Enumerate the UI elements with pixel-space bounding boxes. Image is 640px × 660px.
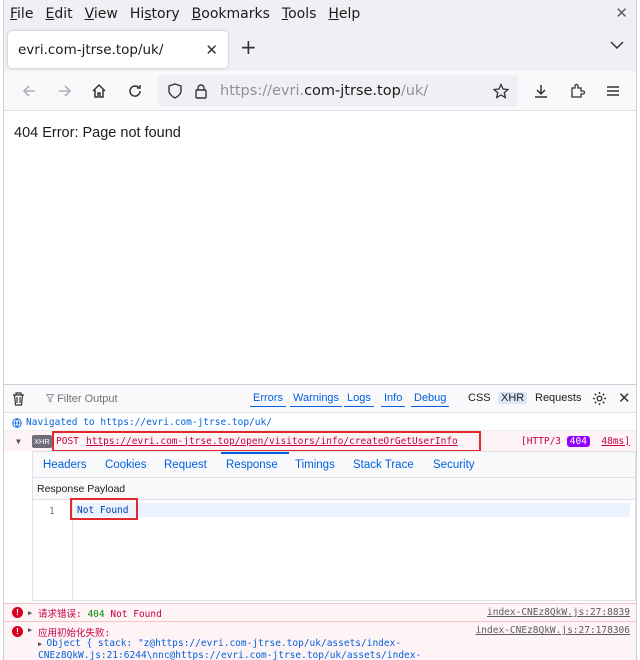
shield-icon[interactable]: [166, 82, 184, 100]
filter-input[interactable]: Filter Output: [45, 393, 118, 405]
error-message: 应用初始化失败:: [38, 628, 111, 639]
menu-help[interactable]: Help: [322, 6, 366, 22]
error-source-link[interactable]: index-CNEz8QkW.js:27:8839: [487, 607, 630, 618]
active-tab-indicator: [221, 452, 289, 454]
tab-cookies[interactable]: Cookies: [105, 459, 147, 471]
error-icon: !: [12, 607, 23, 618]
globe-icon: [12, 417, 22, 428]
downloads-icon[interactable]: [532, 82, 550, 100]
toggle-css[interactable]: CSS: [468, 392, 491, 404]
devtools-panel: Filter Output Errors Warnings Logs Info …: [4, 384, 636, 660]
reload-icon[interactable]: [126, 82, 144, 100]
menu-file[interactable]: File: [4, 6, 39, 22]
navigated-message: Navigated to https://evri.com-jtrse.top/…: [4, 415, 636, 431]
request-meta: [HTTP/3 404 48ms]: [520, 435, 630, 447]
network-detail-panel: Headers Cookies Request Response Timings…: [32, 451, 636, 601]
menu-history[interactable]: History: [124, 6, 186, 22]
trash-icon[interactable]: [12, 392, 25, 409]
menu-view[interactable]: View: [79, 6, 124, 22]
error-source-link[interactable]: index-CNEz8QkW.js:27:178306: [476, 625, 630, 636]
filter-logs[interactable]: Logs: [344, 391, 374, 407]
toggle-xhr[interactable]: XHR: [498, 392, 528, 404]
tab-timings[interactable]: Timings: [295, 459, 335, 471]
menu-edit[interactable]: Edit: [39, 6, 78, 22]
hamburger-menu-icon[interactable]: [604, 82, 622, 100]
response-payload-header[interactable]: Response Payload: [33, 478, 635, 500]
expand-triangle-icon[interactable]: ▼: [16, 437, 21, 446]
tab-stack-trace[interactable]: Stack Trace: [353, 459, 414, 471]
devtools-close-icon[interactable]: ✕: [618, 389, 631, 407]
url-bar[interactable]: https://evri.com-jtrse.top/uk/: [158, 75, 518, 107]
tab-title: evri.com-jtrse.top/uk/: [18, 41, 164, 58]
filter-warnings[interactable]: Warnings: [290, 391, 343, 407]
filter-info[interactable]: Info: [381, 391, 406, 407]
navigation-bar: https://evri.com-jtrse.top/uk/: [4, 71, 636, 111]
new-tab-icon[interactable]: +: [240, 37, 257, 57]
filter-debug[interactable]: Debug: [411, 391, 450, 407]
console-error-row: ! ▶ 应用初始化失败: index-CNEz8QkW.js:27:178306…: [4, 621, 636, 660]
home-icon[interactable]: [90, 82, 108, 100]
window-close-icon[interactable]: ✕: [615, 4, 628, 22]
lock-icon[interactable]: [192, 82, 210, 100]
highlight-box-request: [52, 431, 481, 452]
filter-errors[interactable]: Errors: [250, 391, 286, 407]
error-object-line[interactable]: ▶ Object { stack: "z@https://evri.com-jt…: [38, 638, 401, 649]
active-line-highlight: [74, 503, 630, 517]
page-content: 404 Error: Page not found: [4, 112, 636, 384]
menu-bookmarks[interactable]: Bookmarks: [186, 6, 276, 22]
menu-tools[interactable]: Tools: [276, 6, 323, 22]
toggle-requests[interactable]: Requests: [535, 392, 581, 404]
expand-triangle-icon[interactable]: ▶: [28, 609, 32, 617]
url-text[interactable]: https://evri.com-jtrse.top/uk/: [220, 83, 428, 99]
menu-bar: File Edit View History Bookmarks Tools H…: [4, 0, 636, 27]
tab-strip: evri.com-jtrse.top/uk/ ✕ +: [4, 27, 636, 71]
tab-headers[interactable]: Headers: [43, 459, 86, 471]
error-message: 请求错误: 404 Not Found: [38, 608, 162, 620]
error-object-line-continued: CNEz8QkW.js:21:6244\nnc@https://evri.com…: [38, 650, 422, 660]
network-tabs: Headers Cookies Request Response Timings…: [33, 452, 635, 478]
line-gutter: 1: [33, 500, 73, 600]
console-error-row: ! ▶ 请求错误: 404 Not Found index-CNEz8QkW.j…: [4, 603, 636, 621]
line-number: 1: [49, 506, 55, 517]
console-toolbar: Filter Output Errors Warnings Logs Info …: [4, 385, 636, 413]
list-all-tabs-icon[interactable]: [610, 39, 624, 54]
status-badge: 404: [566, 435, 590, 447]
highlight-box-response: [70, 498, 138, 520]
bookmark-star-icon[interactable]: [492, 82, 510, 100]
extensions-icon[interactable]: [568, 82, 586, 100]
tab-response[interactable]: Response: [226, 459, 278, 471]
back-icon[interactable]: [20, 82, 38, 100]
tab-request[interactable]: Request: [164, 459, 207, 471]
tab-close-icon[interactable]: ✕: [205, 41, 218, 59]
expand-triangle-icon[interactable]: ▶: [28, 626, 32, 634]
gear-icon[interactable]: [592, 391, 607, 409]
tab-active[interactable]: evri.com-jtrse.top/uk/ ✕: [8, 31, 228, 68]
forward-icon[interactable]: [56, 82, 74, 100]
error-message: 404 Error: Page not found: [14, 125, 181, 141]
error-icon: !: [12, 626, 23, 637]
xhr-badge: XHR: [32, 434, 52, 448]
tab-security[interactable]: Security: [433, 459, 475, 471]
